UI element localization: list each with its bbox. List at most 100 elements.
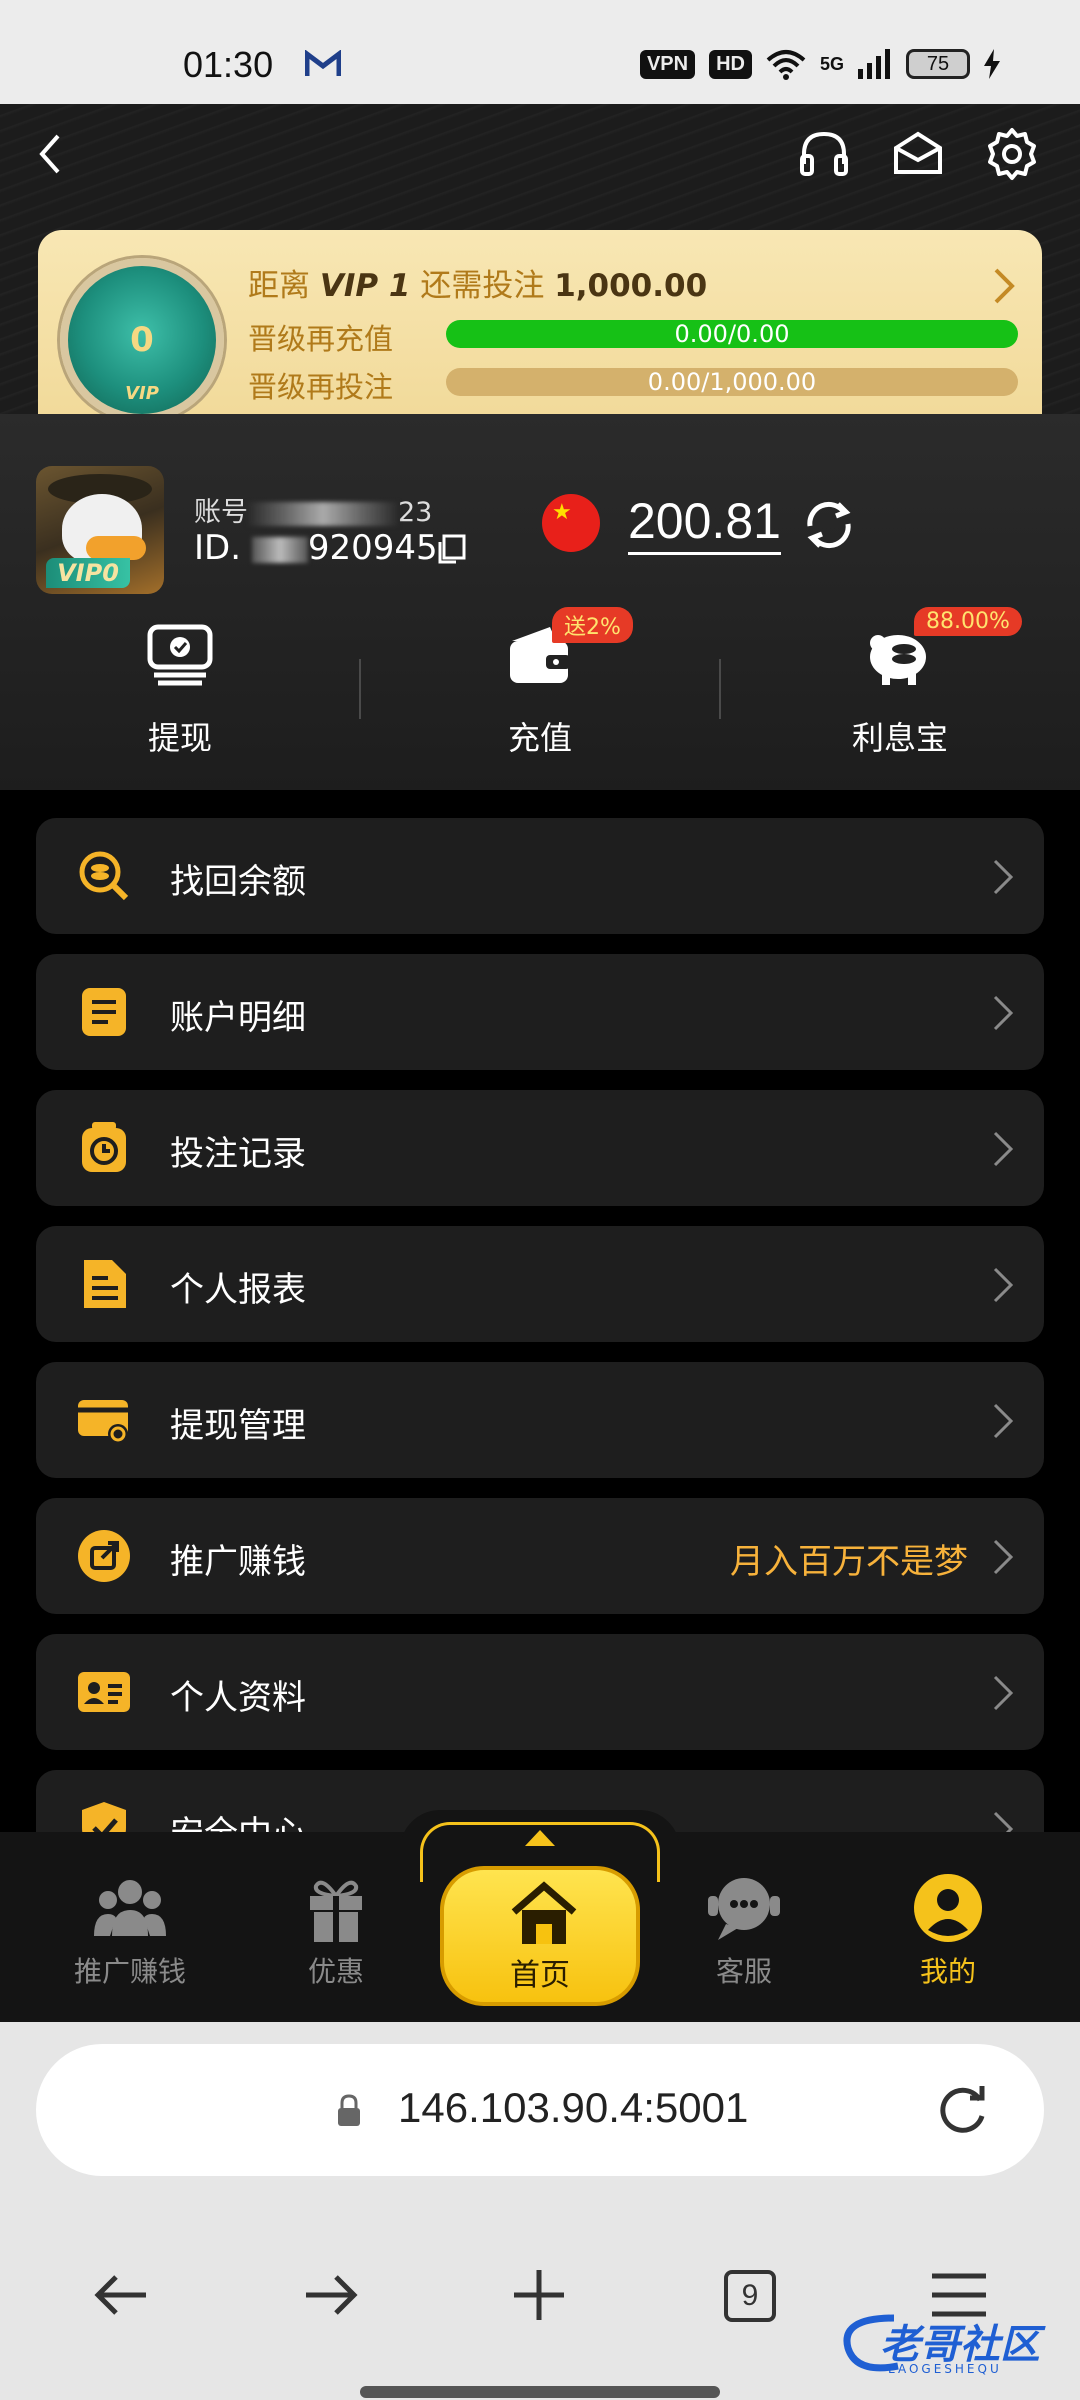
menu-recover-balance[interactable]: 找回余额 [36, 818, 1044, 934]
refresh-balance-icon[interactable] [800, 496, 858, 554]
menu-label: 安全中心 [170, 1806, 306, 1832]
nav-label: 推广赚钱 [73, 1955, 186, 1988]
menu-promo-text: 月入百万不是梦 [730, 1542, 968, 1582]
menu-personal-report[interactable]: 个人报表 [36, 1226, 1044, 1342]
vip-progress-card[interactable]: 0 VIP 距离 VIP 1 还需投注 1,000.00 晋级再充值 0.00/… [38, 230, 1042, 430]
recharge-progress-bar: 0.00/0.00 [446, 320, 1018, 348]
menu-bet-records[interactable]: 投注记录 [36, 1090, 1044, 1206]
list-document-icon [82, 988, 126, 1036]
settings-gear-icon[interactable] [984, 126, 1040, 182]
menu-label: 个人报表 [170, 1270, 306, 1310]
withdraw-action[interactable]: 提现 [0, 619, 360, 769]
vip-title-level: VIP 1 [319, 268, 411, 304]
chevron-right-icon [993, 1675, 1014, 1711]
nav-mine[interactable]: 我的 [868, 1872, 1028, 1990]
battery-indicator: 75 [906, 49, 970, 79]
copy-icon[interactable] [434, 532, 468, 566]
headset-icon[interactable] [796, 126, 852, 182]
signal-icon [858, 49, 890, 79]
report-document-icon [84, 1260, 126, 1308]
account-suffix: 23 [398, 497, 433, 528]
user-id-blur [251, 536, 308, 563]
card-settings-icon [78, 1400, 128, 1444]
back-arrow-icon[interactable] [88, 2262, 154, 2328]
recharge-action[interactable]: 送2% 充值 [360, 607, 720, 769]
user-id-suffix: 920945 [307, 528, 438, 568]
account-name: 账号 23 [194, 490, 432, 529]
chat-support-icon [708, 1878, 780, 1940]
user-id: ID. 920945 [194, 528, 438, 568]
avatar-vip-badge: VIP0 [46, 558, 130, 588]
chevron-right-icon [993, 1403, 1014, 1439]
chevron-right-icon [993, 859, 1014, 895]
menu-personal-info[interactable]: 个人资料 [36, 1634, 1044, 1750]
nav-home[interactable]: 首页 [440, 1866, 640, 2006]
back-icon[interactable] [24, 126, 80, 182]
menu-label: 推广赚钱 [170, 1542, 306, 1582]
address-bar[interactable]: 146.103.90.4:5001 [36, 2044, 1044, 2176]
nav-label: 优惠 [307, 1955, 364, 1988]
recharge-bonus-tag: 送2% [552, 607, 633, 643]
withdraw-label: 提现 [147, 719, 212, 757]
message-icon[interactable] [890, 126, 946, 182]
account-prefix: 账号 [194, 497, 248, 528]
chevron-right-icon [993, 995, 1014, 1031]
home-indicator[interactable] [360, 2386, 720, 2398]
bet-progress-bar: 0.00/1,000.00 [446, 368, 1018, 396]
status-indicators: VPN HD 5G 75 [639, 48, 1000, 80]
vip-medal-label: VIP [125, 383, 159, 404]
avatar[interactable]: VIP0 [36, 466, 164, 594]
watermark-subtext: LAOGESHEQU [888, 2362, 1002, 2376]
caret-up-icon [525, 1830, 555, 1846]
user-summary: VIP0 账号 23 ID. 920945 ★ 200.81 提现 送2% 充值… [0, 414, 1080, 790]
chevron-right-icon [993, 1131, 1014, 1167]
lock-icon [338, 2094, 360, 2126]
vip-medal-level: 0 [130, 320, 154, 360]
user-profile-icon [914, 1874, 982, 1942]
vip-title-prefix: 距离 [248, 268, 310, 304]
menu-label: 投注记录 [170, 1134, 306, 1174]
menu-label: 找回余额 [170, 862, 306, 902]
new-tab-plus-icon[interactable] [506, 2262, 572, 2328]
share-icon [78, 1530, 130, 1582]
china-flag-icon[interactable]: ★ [542, 494, 600, 552]
home-icon [511, 1881, 577, 1944]
avatar-beak [86, 536, 146, 560]
menu-withdraw-management[interactable]: 提现管理 [36, 1362, 1044, 1478]
interest-action[interactable]: 88.00% 利息宝 [720, 607, 1080, 769]
nav-label: 客服 [715, 1955, 772, 1988]
network-type: 5G [819, 53, 844, 74]
vip-title: 距离 VIP 1 还需投注 1,000.00 [248, 260, 707, 305]
bottom-navigation: 推广赚钱 优惠 首页 客服 我的 [0, 1810, 1080, 2022]
nav-customer-service[interactable]: 客服 [664, 1872, 824, 1990]
nav-label: 我的 [919, 1955, 976, 1988]
menu-label: 个人资料 [170, 1678, 306, 1718]
nav-offers[interactable]: 优惠 [256, 1872, 416, 1990]
charging-icon [984, 49, 1000, 79]
chevron-right-icon[interactable] [992, 266, 1016, 306]
forward-arrow-icon[interactable] [298, 2262, 364, 2328]
watermark-logo: 老哥社区 LAOGESHEQU [840, 2304, 1070, 2384]
clock-record-icon [82, 1122, 126, 1172]
nav-promote[interactable]: 推广赚钱 [50, 1872, 210, 1990]
browser-chrome: 146.103.90.4:5001 9 老哥社区 LAOGESHEQU [0, 2022, 1080, 2400]
account-blur [248, 501, 398, 526]
interest-rate-tag: 88.00% [914, 607, 1022, 636]
wifi-icon [766, 50, 806, 80]
vpn-badge: VPN [639, 49, 696, 79]
mail-notification-icon [305, 50, 341, 76]
id-card-icon [78, 1672, 130, 1712]
menu-account-details[interactable]: 账户明细 [36, 954, 1044, 1070]
url-text[interactable]: 146.103.90.4:5001 [398, 2084, 748, 2132]
search-coins-icon [79, 851, 129, 901]
nav-label: 首页 [510, 1958, 570, 1993]
vip-title-mid: 还需投注 [420, 268, 545, 304]
interest-label: 利息宝 [851, 719, 948, 757]
reload-icon[interactable] [934, 2082, 992, 2140]
shield-check-icon [82, 1802, 126, 1832]
tab-switcher-button[interactable]: 9 [724, 2270, 776, 2322]
status-bar: 01:30 VPN HD 5G 75 [0, 0, 1080, 104]
group-users-icon [94, 1880, 166, 1936]
menu-promote-earn[interactable]: 推广赚钱 月入百万不是梦 [36, 1498, 1044, 1614]
bet-label: 晋级再投注 [248, 370, 394, 404]
